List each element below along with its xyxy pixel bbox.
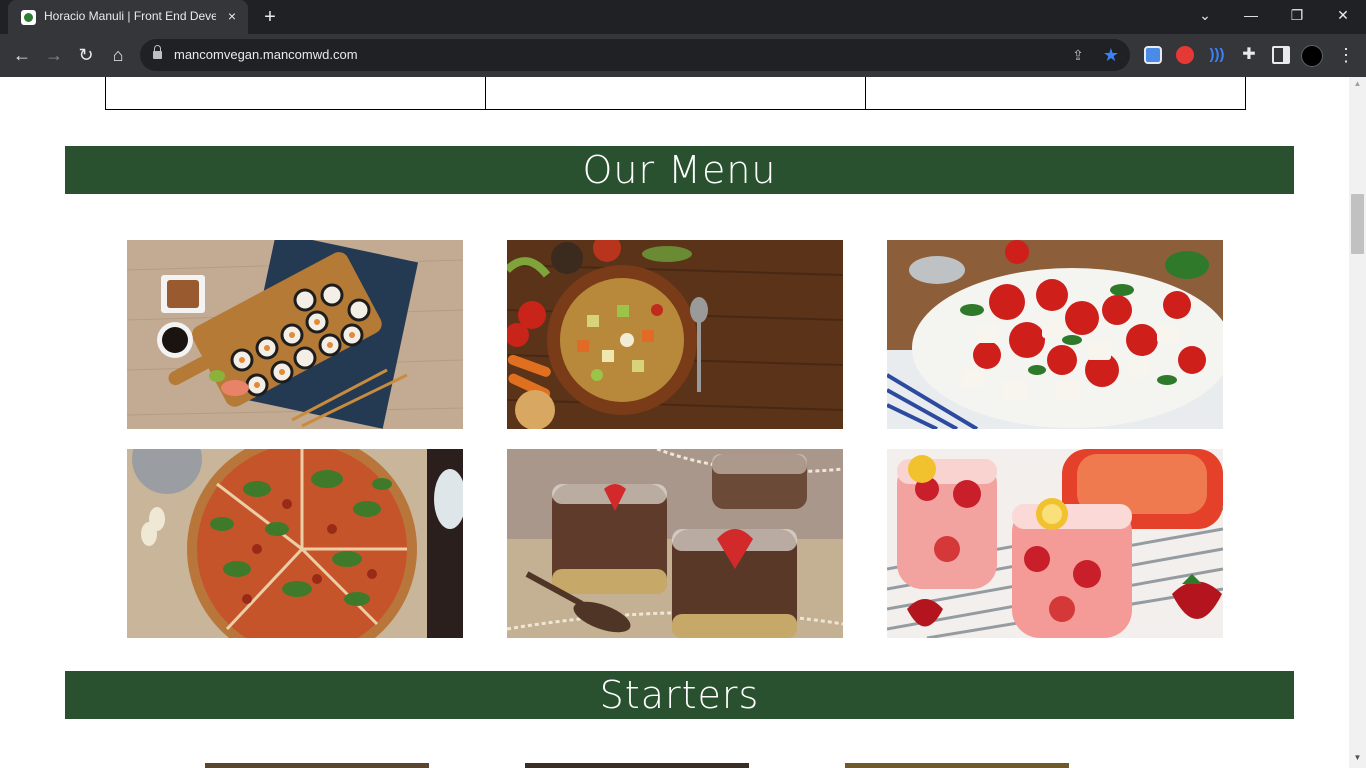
site-favicon-icon (21, 10, 36, 25)
tab-search-icon[interactable]: ⌄ (1182, 0, 1228, 30)
starter-image-peek (525, 763, 749, 768)
share-icon[interactable]: ⇪ (1070, 47, 1086, 63)
menu-item-pudding-image[interactable] (507, 449, 843, 638)
scroll-up-arrow-icon[interactable]: ▲ (1353, 79, 1362, 88)
lock-icon[interactable] (153, 45, 162, 60)
minimize-icon[interactable]: — (1228, 0, 1274, 30)
feature-box (105, 77, 486, 110)
browser-titlebar: Horacio Manuli | Front End Deve × + ⌄ — … (0, 0, 1366, 34)
feature-boxes (105, 77, 1246, 110)
extensions-puzzle-icon[interactable]: ✚ (1240, 46, 1258, 64)
page-scrollbar[interactable]: ▲ ▼ (1349, 77, 1366, 768)
feature-box (865, 77, 1246, 110)
home-icon[interactable]: ⌂ (106, 43, 130, 67)
scroll-down-arrow-icon[interactable]: ▼ (1353, 753, 1362, 762)
forward-icon[interactable]: → (42, 43, 66, 67)
browser-tab[interactable]: Horacio Manuli | Front End Deve × (8, 0, 248, 34)
menu-item-salad-image[interactable] (887, 240, 1223, 429)
browser-toolbar: ← → ↻ ⌂ mancomvegan.mancomwd.com ⇪ ★ )))… (0, 34, 1366, 77)
our-menu-heading: Our Menu (65, 146, 1294, 194)
restore-icon[interactable]: ❐ (1274, 0, 1320, 30)
close-window-icon[interactable]: ✕ (1320, 0, 1366, 30)
browser-menu-icon[interactable]: ⋮ (1336, 45, 1356, 65)
starter-image-peek (205, 763, 429, 768)
menu-item-soup-image[interactable] (507, 240, 843, 429)
starters-heading: Starters (65, 671, 1294, 719)
extension-wave-icon[interactable]: ))) (1208, 46, 1226, 64)
tab-title: Horacio Manuli | Front End Deve (44, 9, 216, 23)
menu-item-pizza-image[interactable] (127, 449, 463, 638)
menu-item-sangria-image[interactable] (887, 449, 1223, 638)
reload-icon[interactable]: ↻ (74, 43, 98, 67)
page-viewport: Our Menu Starters (0, 77, 1349, 768)
bookmark-star-icon[interactable]: ★ (1102, 46, 1120, 64)
address-bar[interactable]: mancomvegan.mancomwd.com ⇪ ★ (140, 39, 1130, 71)
feature-box (485, 77, 866, 110)
profile-avatar[interactable] (1301, 45, 1323, 67)
extension-shield-icon[interactable] (1144, 46, 1162, 64)
starter-image-peek (845, 763, 1069, 768)
menu-item-sushi-image[interactable] (127, 240, 463, 429)
extension-adblock-icon[interactable] (1176, 46, 1194, 64)
url-text[interactable]: mancomvegan.mancomwd.com (174, 47, 358, 62)
new-tab-icon[interactable]: + (260, 7, 280, 27)
side-panel-icon[interactable] (1272, 46, 1290, 64)
back-icon[interactable]: ← (10, 43, 34, 67)
scroll-thumb[interactable] (1351, 194, 1364, 254)
tab-close-icon[interactable]: × (224, 8, 240, 24)
